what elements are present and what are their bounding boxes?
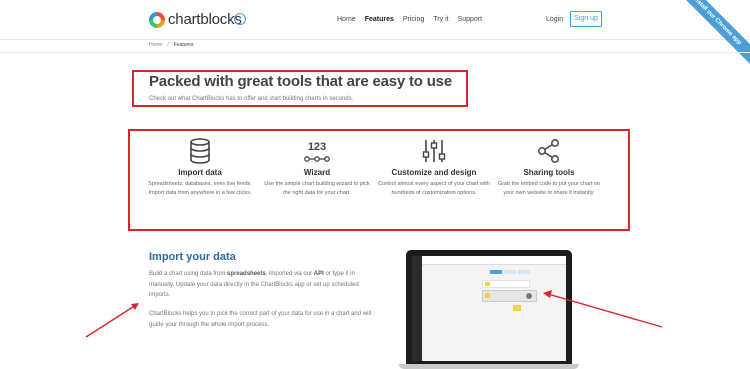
nav-item-try-it[interactable]: Try it — [433, 16, 448, 23]
feature-title: Customize and design — [391, 168, 477, 177]
app-toolbar — [422, 256, 566, 265]
breadcrumb-separator: / — [167, 42, 169, 48]
nav-item-support[interactable]: Support — [458, 16, 483, 23]
breadcrumb: Home / Features — [149, 42, 198, 48]
feature-customize: Customize and design Control almost ever… — [376, 138, 492, 198]
app-action-icon — [526, 293, 532, 299]
feature-description: Use the simple chart building wizard to … — [264, 181, 370, 196]
feature-description: Spreadsheets, databases, even live feeds… — [148, 181, 252, 196]
login-link[interactable]: Login — [546, 16, 563, 23]
feature-title: Wizard — [303, 168, 331, 177]
share-icon — [538, 139, 559, 163]
file-icon — [513, 305, 521, 311]
paragraph-text: Build a chart using data from — [149, 271, 228, 277]
app-tabs — [490, 270, 532, 274]
logo[interactable]: chartblocks — [149, 11, 242, 28]
sliders-icon — [422, 140, 446, 162]
main-nav: Home Features Pricing Try it Support — [337, 16, 491, 23]
app-sidebar — [412, 256, 422, 361]
paragraph-text: , imported via our — [265, 271, 314, 277]
divider — [0, 52, 750, 53]
laptop-base — [399, 364, 579, 369]
site-header: chartblocks i Home Features Pricing Try … — [0, 0, 750, 40]
api-emphasis: API — [313, 271, 324, 277]
logo-text: chartblocks — [168, 11, 242, 28]
nav-item-features[interactable]: Features — [365, 16, 394, 23]
laptop-bezel — [406, 250, 572, 365]
info-badge-icon[interactable]: i — [234, 13, 246, 25]
breadcrumb-home[interactable]: Home — [149, 42, 162, 48]
section-title: Import your data — [149, 251, 236, 263]
feature-title: Sharing tools — [523, 168, 575, 177]
feature-description: Grab the embed code to put your chart on… — [497, 181, 601, 196]
feature-sharing: Sharing tools Grab the embed code to put… — [491, 138, 607, 198]
file-icon — [485, 293, 490, 298]
spreadsheets-emphasis: spreadsheets — [227, 271, 266, 277]
annotation-arrowhead-left — [131, 303, 139, 310]
laptop-screenshot — [399, 250, 579, 369]
section-paragraph-2: ChartBlocks helps you to pick the correc… — [149, 311, 372, 328]
wizard-icon: 123 — [304, 141, 330, 162]
annotation-box-hero — [132, 70, 468, 107]
breadcrumb-current: Features — [173, 42, 194, 48]
app-preview — [412, 256, 566, 361]
signup-button[interactable]: Sign up — [570, 11, 602, 27]
database-icon — [190, 138, 210, 164]
section-paragraph: Build a chart using data from spreadshee… — [149, 269, 379, 301]
logo-ring-icon — [149, 11, 165, 28]
feature-wizard: 123 Wizard Use the simple chart building… — [259, 138, 375, 198]
wizard-icon-text: 123 — [308, 141, 326, 153]
feature-description: Control almost every aspect of your char… — [378, 181, 490, 196]
nav-item-home[interactable]: Home — [337, 16, 356, 23]
feature-import-data: Import data Spreadsheets, databases, eve… — [142, 138, 258, 198]
feature-title: Import data — [178, 168, 222, 177]
annotation-arrow-left — [85, 304, 137, 338]
nav-item-pricing[interactable]: Pricing — [403, 16, 424, 23]
file-icon — [485, 282, 490, 286]
